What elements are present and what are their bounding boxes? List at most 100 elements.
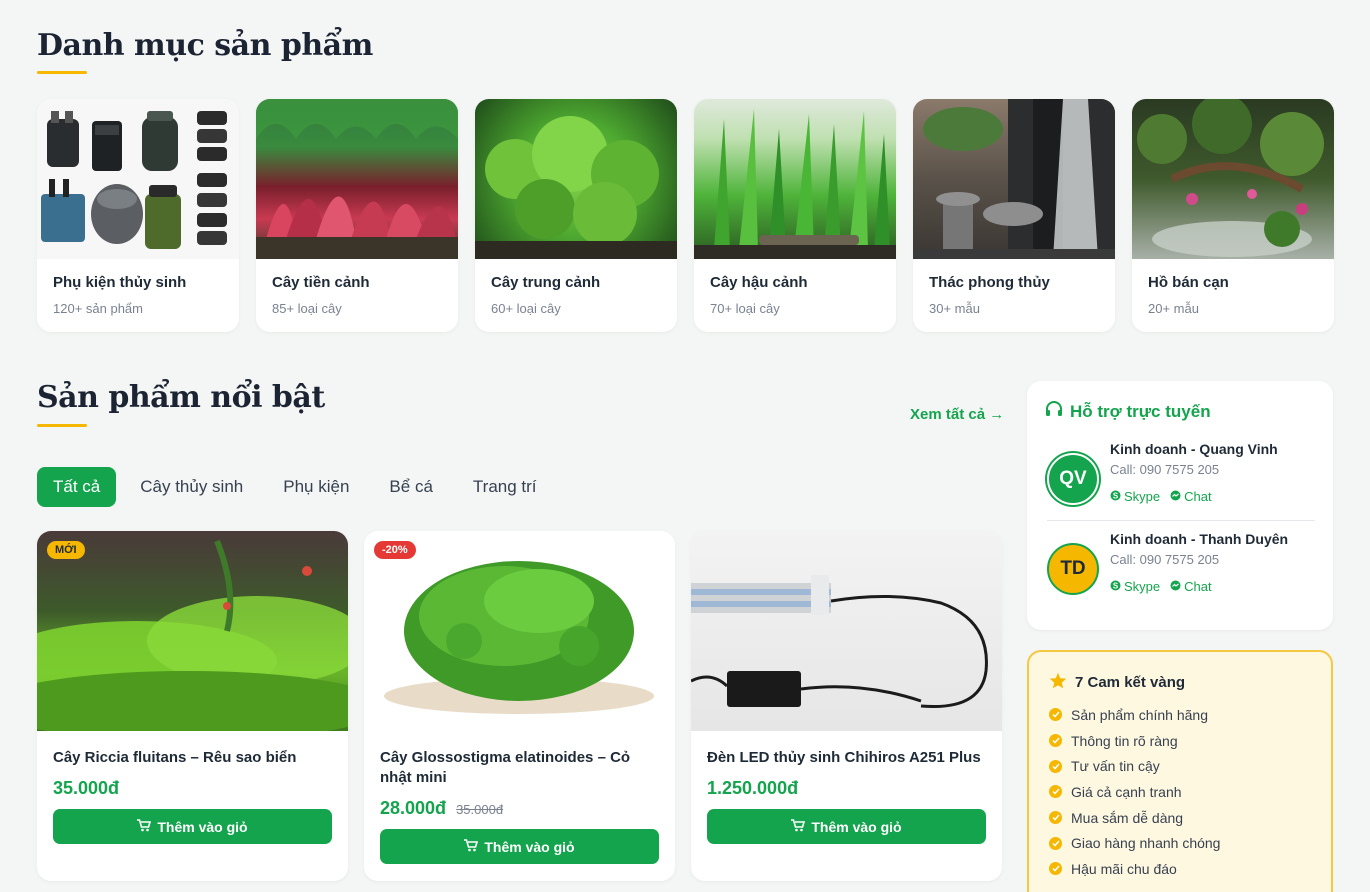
agent-name: Kinh doanh - Thanh Duyên: [1110, 531, 1289, 547]
svg-text:S: S: [1113, 491, 1119, 500]
chat-link[interactable]: Chat: [1170, 489, 1212, 504]
skype-link[interactable]: S Skype: [1110, 489, 1160, 504]
category-name: Phụ kiện thủy sinh: [53, 274, 187, 291]
support-agent: QV Kinh doanh - Quang Vinh Call: 090 757…: [1047, 441, 1315, 511]
commitment-text: Sản phẩm chính hãng: [1071, 706, 1208, 723]
star-icon: [1049, 672, 1067, 693]
tab-aquatic-plants[interactable]: Cây thủy sinh: [124, 467, 259, 507]
product-name[interactable]: Cây Riccia fluitans – Rêu sao biển: [53, 748, 332, 768]
discount-badge: -20%: [374, 541, 416, 559]
agent-phone[interactable]: Call: 090 7575 205: [1110, 552, 1219, 567]
category-name: Cây trung cảnh: [491, 274, 601, 291]
chat-label: Chat: [1184, 489, 1212, 504]
product-price: 35.000đ: [53, 778, 120, 798]
tab-fish-tanks[interactable]: Bể cá: [373, 467, 448, 507]
category-name: Hồ bán cạn: [1148, 274, 1229, 291]
online-support-panel: Hỗ trợ trực tuyến QV Kinh doanh - Quang …: [1027, 381, 1333, 630]
product-price: 28.000đ: [380, 798, 447, 818]
see-all-link[interactable]: Xem tất cả →: [910, 406, 1004, 423]
category-card-paludarium[interactable]: Hồ bán cạn 20+ mẫu: [1132, 99, 1334, 332]
check-icon: [1049, 708, 1062, 722]
commitments-list: Sản phẩm chính hãng Thông tin rõ ràng Tư…: [1049, 702, 1220, 882]
add-to-cart-button[interactable]: Thêm vào giỏ: [380, 829, 659, 864]
skype-label: Skype: [1124, 489, 1161, 504]
commitment-item: Hậu mãi chu đáo: [1049, 856, 1220, 882]
product-price: 1.250.000đ: [707, 778, 799, 798]
agent-contact-links: S Skype Chat: [1110, 489, 1212, 504]
cart-icon: [464, 838, 479, 855]
messenger-icon: [1170, 489, 1181, 504]
avatar: QV: [1047, 453, 1099, 505]
category-name: Cây hậu cảnh: [710, 274, 808, 291]
commitment-item: Tư vấn tin cậy: [1049, 753, 1220, 779]
cart-icon: [137, 818, 152, 835]
product-card[interactable]: -20% Cây Glossostigma elatinoides – Cỏ n…: [364, 531, 675, 881]
chat-link[interactable]: Chat: [1170, 579, 1212, 594]
tab-all[interactable]: Tất cả: [37, 467, 117, 507]
price-line: 35.000đ: [53, 778, 332, 799]
support-agent: TD Kinh doanh - Thanh Duyên Call: 090 75…: [1047, 531, 1315, 601]
category-count: 120+ sản phẩm: [53, 301, 143, 316]
check-icon: [1049, 734, 1062, 748]
tab-accessories[interactable]: Phụ kiện: [267, 467, 365, 507]
add-to-cart-label: Thêm vào giỏ: [157, 818, 248, 835]
category-card-feng-shui-waterfall[interactable]: Thác phong thủy 30+ mẫu: [913, 99, 1115, 332]
product-name[interactable]: Đèn LED thủy sinh Chihiros A251 Plus: [707, 748, 986, 768]
check-icon: [1049, 785, 1062, 799]
category-name: Cây tiền cảnh: [272, 274, 370, 291]
commitment-text: Giao hàng nhanh chóng: [1071, 835, 1221, 852]
commitment-item: Thông tin rõ ràng: [1049, 728, 1220, 754]
messenger-icon: [1170, 579, 1181, 594]
category-count: 30+ mẫu: [929, 301, 980, 316]
commitments-title-text: 7 Cam kết vàng: [1075, 674, 1186, 691]
product-image: [364, 531, 675, 731]
support-title-text: Hỗ trợ trực tuyến: [1070, 402, 1211, 421]
commitment-text: Hậu mãi chu đáo: [1071, 860, 1177, 877]
commitment-text: Tư vấn tin cậy: [1071, 758, 1160, 775]
check-icon: [1049, 811, 1062, 825]
check-icon: [1049, 759, 1062, 773]
category-image-foreground-plants: [256, 99, 458, 259]
category-card-midground-plants[interactable]: Cây trung cảnh 60+ loại cây: [475, 99, 677, 332]
category-list: Phụ kiện thủy sinh 120+ sản phẩm Cây tiề…: [37, 99, 1334, 332]
agent-contact-links: S Skype Chat: [1110, 579, 1212, 594]
product-card[interactable]: Đèn LED thủy sinh Chihiros A251 Plus 1.2…: [691, 531, 1002, 881]
chat-label: Chat: [1184, 579, 1212, 594]
product-filter-tabs: Tất cả Cây thủy sinh Phụ kiện Bể cá Tran…: [37, 467, 561, 507]
agent-phone[interactable]: Call: 090 7575 205: [1110, 462, 1219, 477]
skype-link[interactable]: S Skype: [1110, 579, 1160, 594]
avatar: TD: [1047, 543, 1099, 595]
category-card-foreground-plants[interactable]: Cây tiền cảnh 85+ loại cây: [256, 99, 458, 332]
category-count: 85+ loại cây: [272, 301, 342, 316]
product-name[interactable]: Cây Glossostigma elatinoides – Cỏ nhật m…: [380, 748, 659, 788]
category-image-background-plants: [694, 99, 896, 259]
tab-decoration[interactable]: Trang trí: [457, 467, 553, 507]
category-image-feng-shui-waterfall: [913, 99, 1115, 259]
check-icon: [1049, 862, 1062, 876]
cart-icon: [791, 818, 806, 835]
category-count: 70+ loại cây: [710, 301, 780, 316]
categories-title: Danh mục sản phẩm: [37, 28, 373, 63]
agent-name: Kinh doanh - Quang Vinh: [1110, 441, 1278, 457]
category-card-accessories[interactable]: Phụ kiện thủy sinh 120+ sản phẩm: [37, 99, 239, 332]
new-badge: MỚI: [47, 541, 85, 559]
golden-commitments-panel: 7 Cam kết vàng Sản phẩm chính hãng Thông…: [1027, 650, 1333, 892]
price-line: 1.250.000đ: [707, 778, 986, 799]
skype-icon: S: [1110, 489, 1121, 504]
category-name: Thác phong thủy: [929, 274, 1050, 291]
category-image-paludarium: [1132, 99, 1334, 259]
commitment-item: Giao hàng nhanh chóng: [1049, 830, 1220, 856]
product-card[interactable]: MỚI Cây Riccia fluitans – Rêu sao biển 3…: [37, 531, 348, 881]
product-image: [691, 531, 1002, 731]
skype-icon: S: [1110, 579, 1121, 594]
featured-title: Sản phẩm nổi bật: [37, 380, 325, 415]
add-to-cart-button[interactable]: Thêm vào giỏ: [53, 809, 332, 844]
commitment-item: Mua sắm dễ dàng: [1049, 805, 1220, 831]
category-card-background-plants[interactable]: Cây hậu cảnh 70+ loại cây: [694, 99, 896, 332]
add-to-cart-button[interactable]: Thêm vào giỏ: [707, 809, 986, 844]
add-to-cart-label: Thêm vào giỏ: [484, 838, 575, 855]
product-image: [37, 531, 348, 731]
categories-title-underline: [37, 71, 87, 74]
featured-title-underline: [37, 424, 87, 427]
price-line: 28.000đ 35.000đ: [380, 798, 659, 819]
